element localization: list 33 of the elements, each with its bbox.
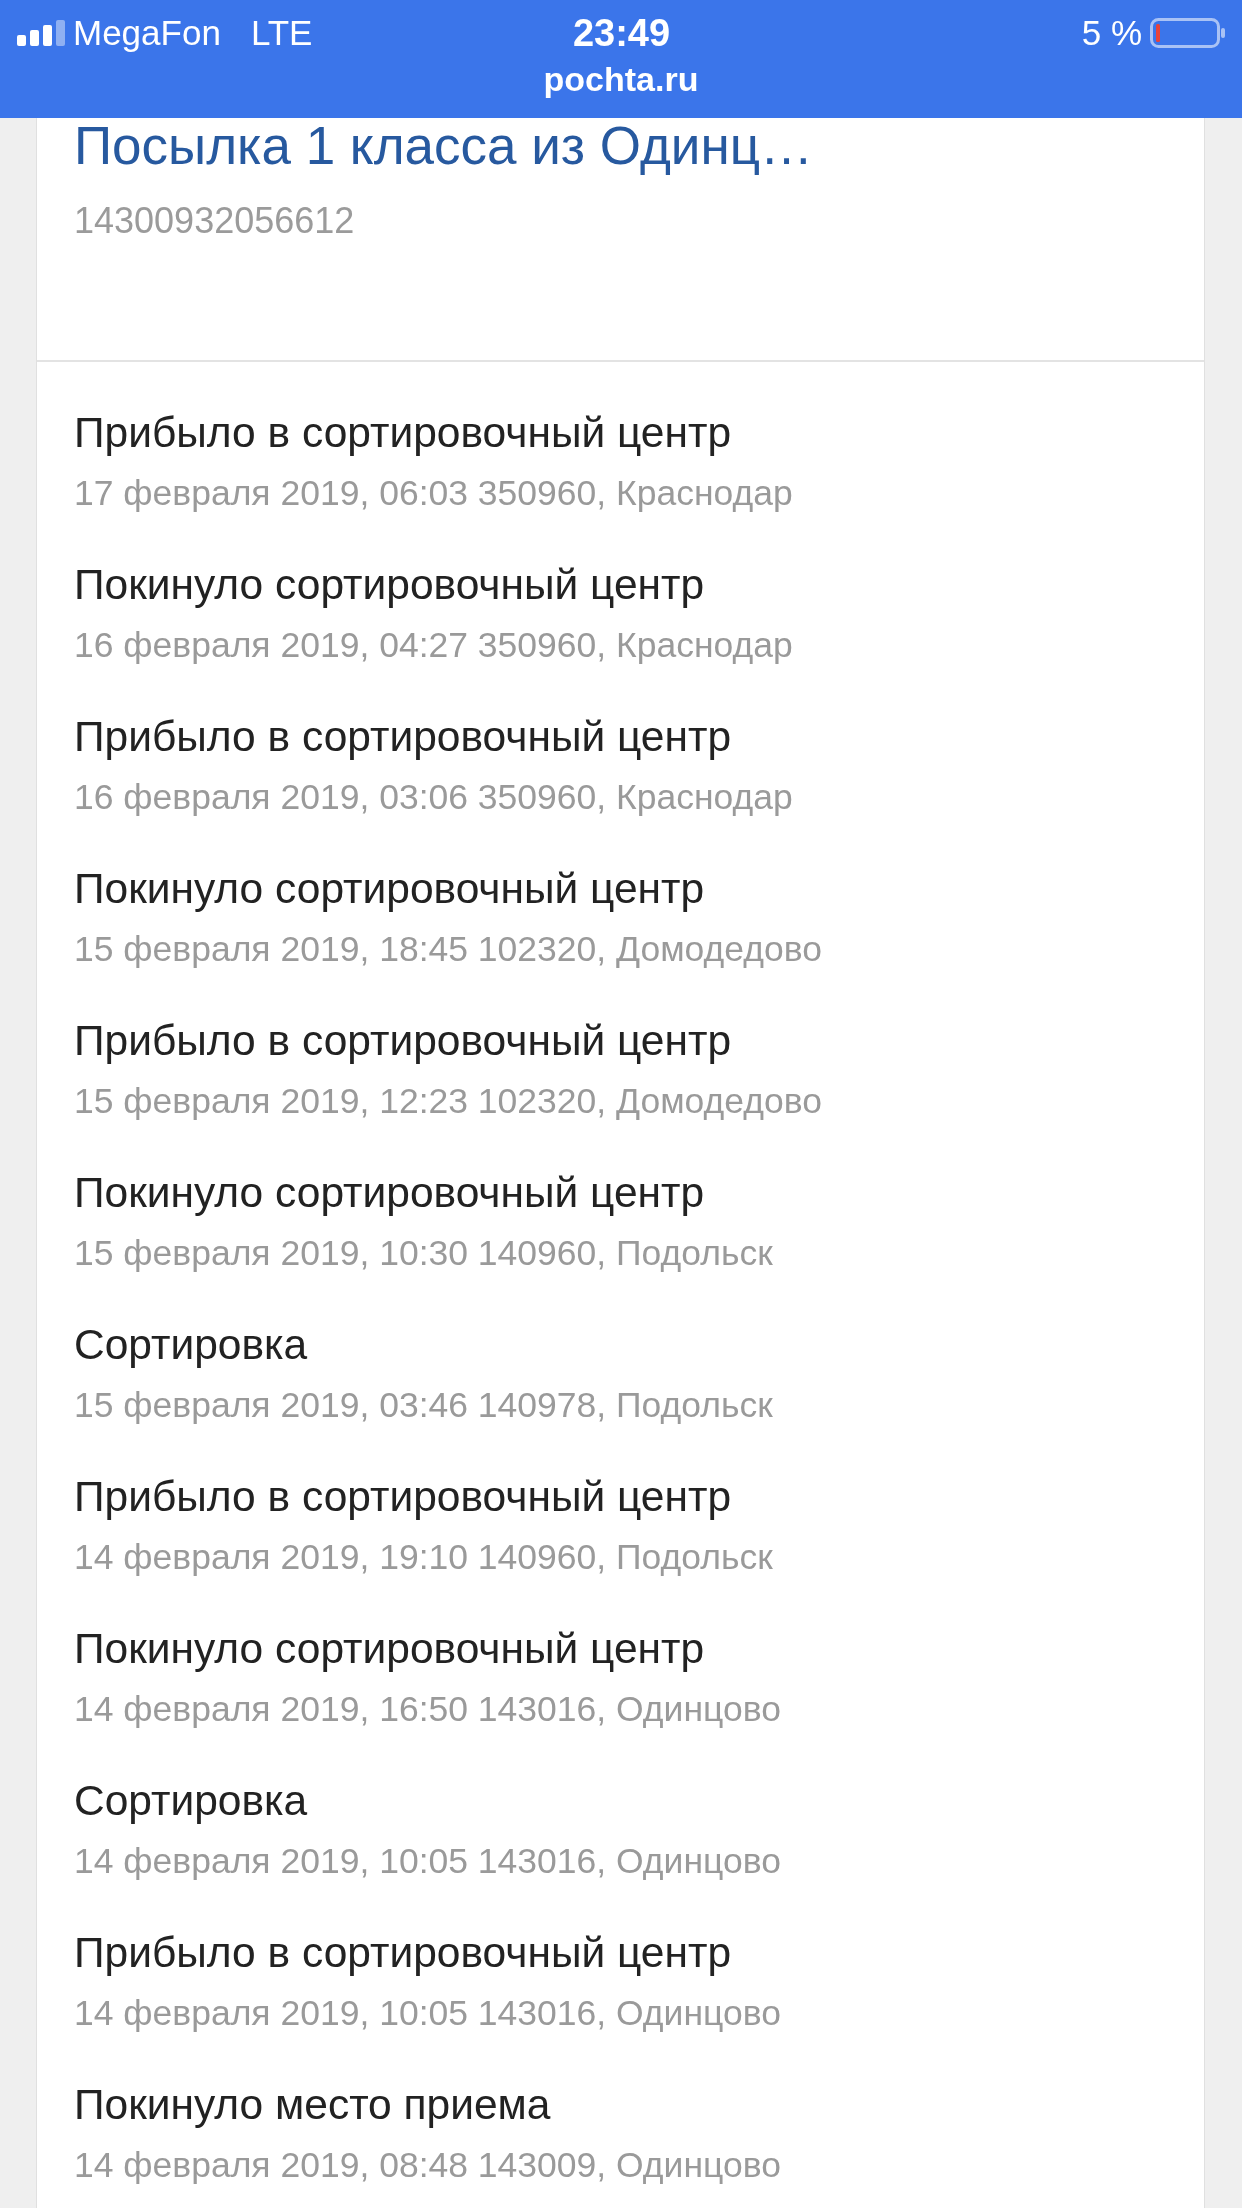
battery-icon [1150, 18, 1226, 48]
event-status: Прибыло в сортировочный центр [74, 1472, 733, 1522]
event-status: Сортировка [74, 1776, 309, 1826]
signal-icon [17, 20, 65, 46]
carrier-name: MegaFon [73, 13, 221, 53]
event-status: Прибыло в сортировочный центр [74, 1016, 733, 1066]
event-status: Покинуло сортировочный центр [74, 560, 706, 610]
event-details: 14 февраля 2019, 10:05 143016, Одинцово [74, 1992, 782, 2035]
clock-time: 23:49 [572, 12, 671, 54]
event-status: Покинуло место приема [74, 2080, 552, 2130]
network-type: LTE [250, 13, 313, 53]
parcel-title: Посылка 1 класса из Одинц… [74, 118, 815, 174]
event-details: 15 февраля 2019, 18:45 102320, Домодедово [74, 928, 823, 971]
event-details: 15 февраля 2019, 12:23 102320, Домодедово [74, 1080, 823, 1123]
event-status: Покинуло сортировочный центр [74, 864, 706, 914]
event-details: 16 февраля 2019, 04:27 350960, Краснодар [74, 624, 794, 667]
tracking-number: 14300932056612 [74, 200, 356, 242]
event-details: 14 февраля 2019, 19:10 140960, Подольск [74, 1536, 774, 1579]
event-details: 15 февраля 2019, 03:46 140978, Подольск [74, 1384, 774, 1427]
event-details: 14 февраля 2019, 08:48 143009, Одинцово [74, 2144, 782, 2187]
event-details: 15 февраля 2019, 10:30 140960, Подольск [74, 1232, 774, 1275]
event-status: Сортировка [74, 1320, 309, 1370]
event-details: 14 февраля 2019, 10:05 143016, Одинцово [74, 1840, 782, 1883]
event-status: Прибыло в сортировочный центр [74, 712, 733, 762]
event-details: 14 февраля 2019, 16:50 143016, Одинцово [74, 1688, 782, 1731]
event-details: 16 февраля 2019, 03:06 350960, Краснодар [74, 776, 794, 819]
battery-percent: 5 % [1081, 13, 1142, 53]
event-status: Покинуло сортировочный центр [74, 1168, 706, 1218]
event-status: Прибыло в сортировочный центр [74, 1928, 733, 1978]
event-status: Прибыло в сортировочный центр [74, 408, 733, 458]
address-bar-url[interactable]: pochta.ru [543, 59, 699, 99]
event-status: Покинуло сортировочный центр [74, 1624, 706, 1674]
event-details: 17 февраля 2019, 06:03 350960, Краснодар [74, 472, 794, 515]
